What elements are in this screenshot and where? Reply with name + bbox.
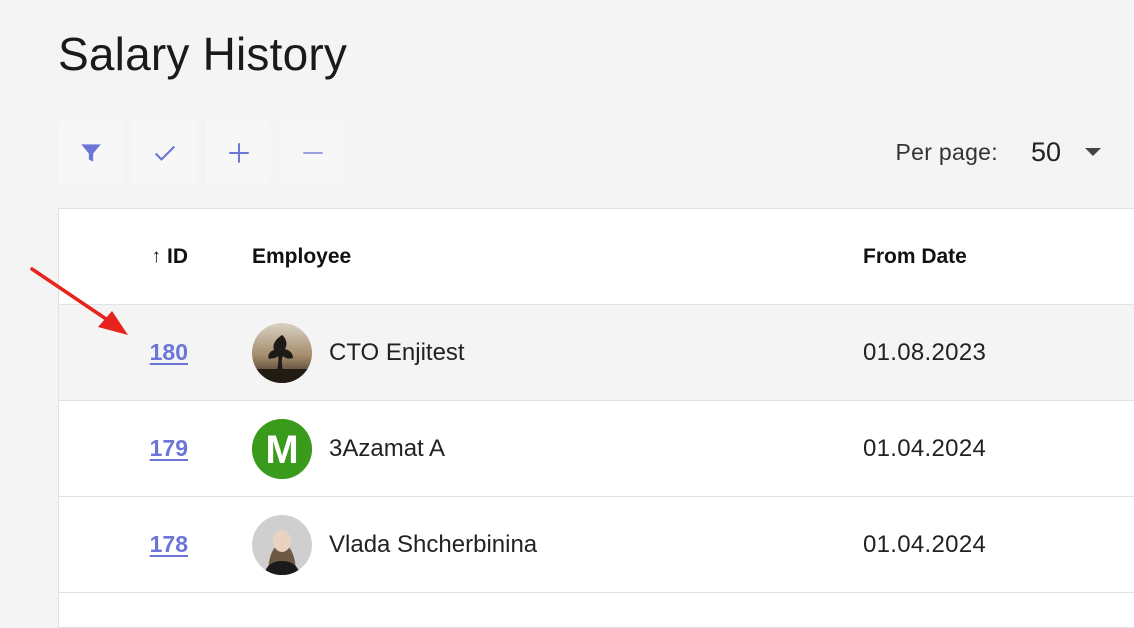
photo-avatar-icon — [252, 514, 312, 575]
avatar — [252, 514, 312, 575]
row-id-link[interactable]: 178 — [150, 531, 188, 558]
avatar — [252, 322, 312, 383]
collapse-button[interactable] — [280, 120, 345, 185]
avatar: M — [252, 418, 312, 479]
photo-avatar-icon — [252, 322, 312, 383]
letter-avatar-icon: M — [252, 418, 312, 479]
column-header-id-label: ID — [167, 244, 188, 268]
employee-name: CTO Enjitest — [329, 338, 465, 366]
row-id-link[interactable]: 179 — [150, 435, 188, 462]
table-row[interactable]: 179 M 3Azamat A 01.04.2024 — [59, 401, 1134, 497]
filter-icon — [80, 143, 101, 162]
column-header-from-date[interactable]: From Date — [863, 209, 967, 304]
chevron-down-icon — [1085, 148, 1101, 156]
table-row[interactable]: 178 Vlada Shcherbinina 01.04.2024 — [59, 497, 1134, 593]
column-header-employee-label: Employee — [252, 244, 352, 268]
employee-name: Vlada Shcherbinina — [329, 530, 538, 558]
avatar-letter: M — [265, 428, 298, 472]
table-header-row: ↑ ID Employee From Date — [59, 209, 1134, 305]
filter-button[interactable] — [58, 120, 123, 185]
salary-table: ↑ ID Employee From Date 180 CTO Enjitest… — [58, 208, 1134, 628]
per-page-control: Per page: 50 — [895, 134, 1101, 170]
select-button[interactable] — [132, 120, 197, 185]
toolbar — [58, 120, 345, 185]
per-page-label: Per page: — [895, 138, 998, 165]
row-id-link[interactable]: 180 — [150, 339, 188, 366]
from-date: 01.04.2024 — [863, 530, 987, 558]
employee-name: 3Azamat A — [329, 434, 446, 462]
minus-icon — [302, 151, 323, 154]
from-date: 01.04.2024 — [863, 434, 987, 462]
from-date: 01.08.2023 — [863, 338, 987, 366]
table-row[interactable]: 180 CTO Enjitest 01.08.2023 — [59, 305, 1134, 401]
plus-icon — [228, 142, 249, 163]
per-page-value: 50 — [1030, 136, 1061, 167]
check-icon — [154, 145, 175, 161]
column-header-employee[interactable]: Employee — [252, 209, 351, 304]
column-header-from-date-label: From Date — [863, 244, 967, 268]
per-page-select[interactable]: 50 — [1031, 137, 1101, 168]
red-arrow-icon — [30, 267, 128, 335]
page-title: Salary History — [58, 28, 348, 80]
sort-ascending-icon: ↑ — [151, 245, 162, 267]
expand-button[interactable] — [206, 120, 271, 185]
